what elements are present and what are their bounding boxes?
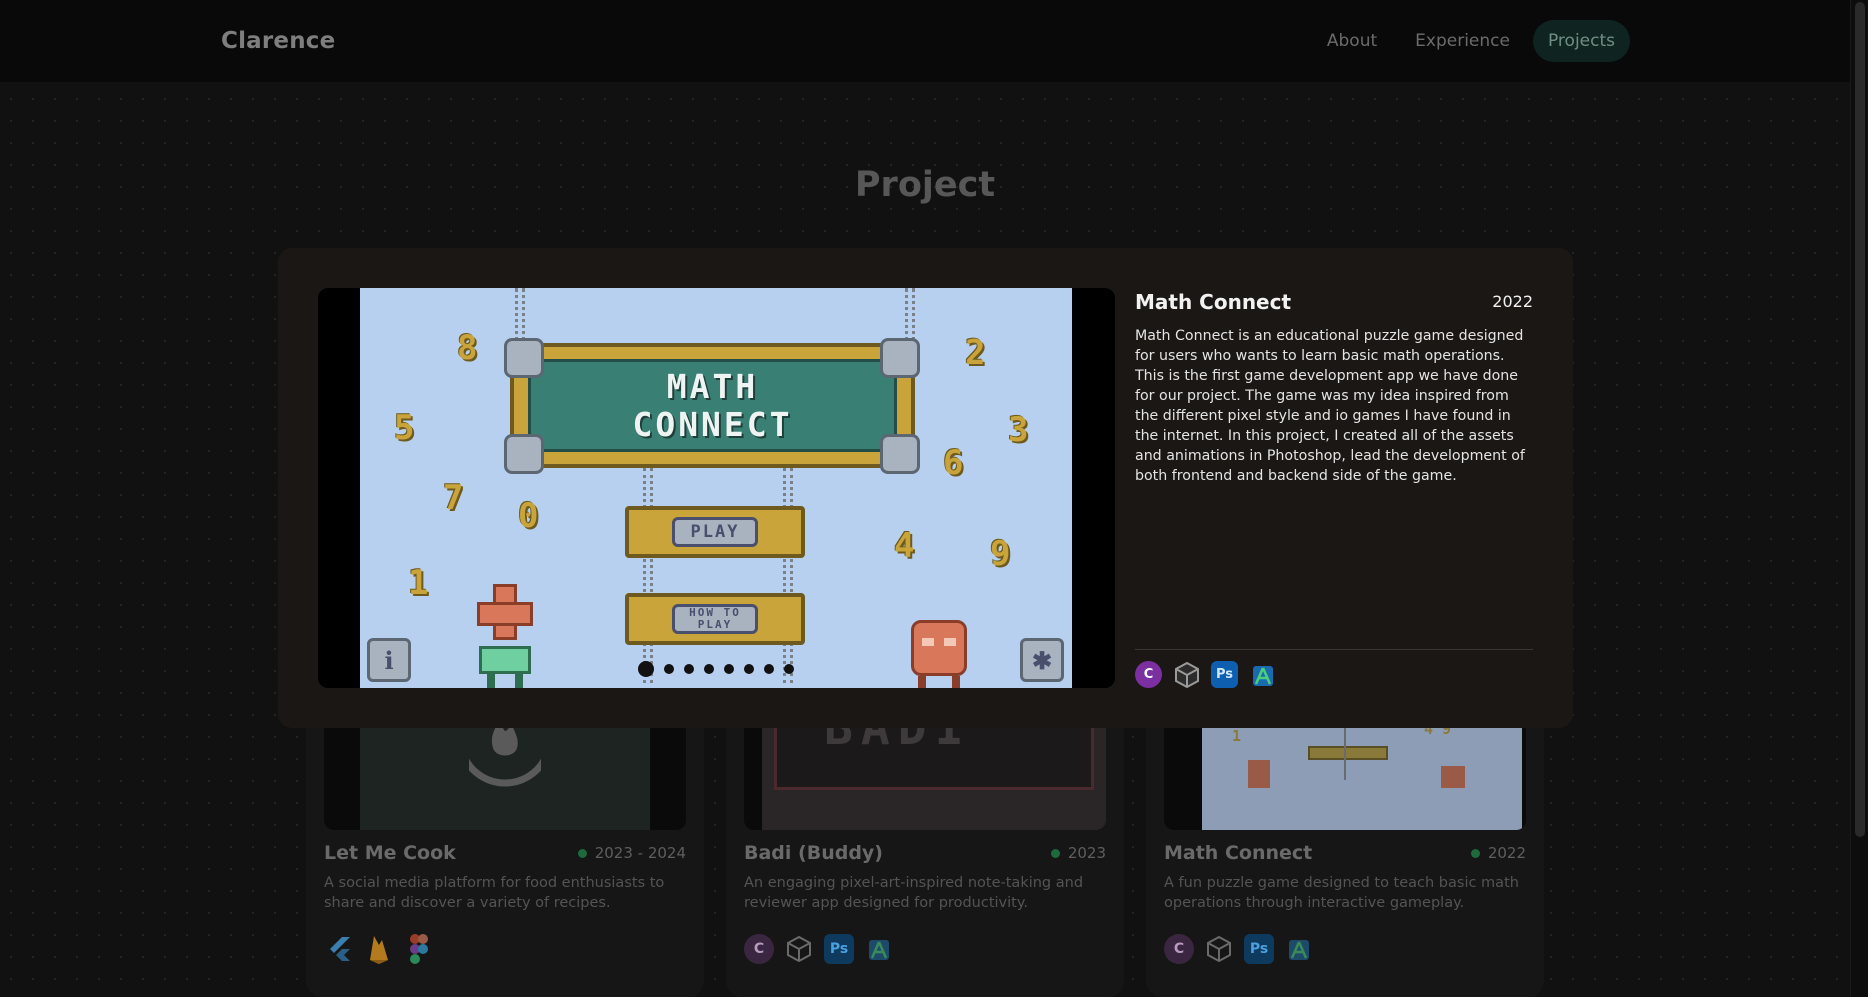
figma-icon [404, 934, 434, 964]
csharp-icon: C [744, 934, 774, 964]
nav-link-about[interactable]: About [1312, 20, 1392, 62]
photoshop-icon: Ps [1211, 661, 1238, 688]
nav-link-projects[interactable]: Projects [1532, 20, 1630, 62]
card-year-text: 2023 - 2024 [594, 844, 686, 862]
unity-icon [1173, 661, 1200, 688]
sign-corner [880, 338, 920, 378]
photoshop-icon: Ps [824, 934, 854, 964]
navbar: Clarence About Experience Projects [0, 0, 1850, 82]
modal-title: Math Connect [1135, 290, 1292, 314]
carousel-dot[interactable] [724, 664, 734, 674]
android-studio-icon [1284, 934, 1314, 964]
divider [1135, 649, 1533, 650]
android-studio-icon [1249, 661, 1276, 688]
carousel-dot[interactable] [784, 664, 794, 674]
scrollbar-thumb[interactable] [1855, 2, 1865, 837]
carousel-dot[interactable] [744, 664, 754, 674]
page-scrollbar[interactable] [1850, 0, 1868, 997]
card-tech-icons [324, 934, 434, 964]
project-detail-modal[interactable]: 8 2 5 3 7 6 0 4 9 1 MATH CONNECT PLAY HO… [278, 248, 1573, 728]
project-card-badi[interactable]: BADI Badi (Buddy) 2023 An engaging pixel… [726, 690, 1124, 997]
unity-icon [1204, 934, 1234, 964]
project-card-math-connect[interactable]: 7 01 4 9 Math Connect 2022 A fun puzzle … [1146, 690, 1544, 997]
firebase-icon [364, 934, 394, 964]
project-card-let-me-cook[interactable]: Let Me Cook 2023 - 2024 A social media p… [306, 690, 704, 997]
card-year: 2023 - 2024 [577, 844, 686, 862]
number-sprite: 3 [1008, 410, 1029, 450]
carousel-dot[interactable] [638, 661, 654, 677]
carousel-dot[interactable] [764, 664, 774, 674]
play-text: PLAY [697, 618, 733, 631]
number-sprite: 5 [394, 408, 415, 448]
number-sprite: 1 [408, 563, 429, 603]
card-year-text: 2023 [1067, 844, 1106, 862]
unity-icon [784, 934, 814, 964]
card-tech-icons: C Ps [744, 934, 894, 964]
number-sprite: 6 [943, 443, 964, 483]
game-title-line2: CONNECT [632, 404, 793, 444]
number-sprite: 2 [965, 333, 986, 373]
game-play-button: PLAY [625, 506, 805, 558]
card-title: Let Me Cook [324, 842, 456, 864]
modal-year: 2022 [1492, 292, 1533, 311]
card-year: 2022 [1470, 844, 1526, 862]
card-year: 2023 [1050, 844, 1106, 862]
card-description: A fun puzzle game designed to teach basi… [1164, 875, 1519, 911]
csharp-icon: C [1164, 934, 1194, 964]
page-title: Project [854, 165, 996, 205]
android-studio-icon [864, 934, 894, 964]
sign-corner [504, 434, 544, 474]
status-dot [1050, 848, 1060, 858]
game-title-line1: MATH [666, 366, 759, 406]
game-title-sign: MATH CONNECT [510, 343, 915, 468]
card-description: A social media platform for food enthusi… [324, 875, 665, 911]
status-dot [1470, 848, 1480, 858]
number-sprite: 8 [457, 328, 478, 368]
game-screenshot: 8 2 5 3 7 6 0 4 9 1 MATH CONNECT PLAY HO… [360, 288, 1072, 688]
card-title: Badi (Buddy) [744, 842, 883, 864]
card-description: An engaging pixel-art-inspired note-taki… [744, 875, 1084, 911]
sign-corner [880, 434, 920, 474]
sign-corner [504, 338, 544, 378]
times-character [908, 620, 970, 688]
chain [783, 468, 793, 683]
number-sprite: 4 [894, 526, 915, 566]
carousel-dots [360, 661, 1072, 677]
number-sprite: 0 [518, 496, 539, 536]
card-title: Math Connect [1164, 842, 1313, 864]
nav-link-experience[interactable]: Experience [1400, 20, 1525, 62]
chain [643, 468, 653, 683]
media-carousel[interactable]: 8 2 5 3 7 6 0 4 9 1 MATH CONNECT PLAY HO… [318, 288, 1115, 688]
carousel-dot[interactable] [684, 664, 694, 674]
game-how-to-play-label: HOW TO PLAY [672, 604, 758, 634]
photoshop-icon: Ps [1244, 934, 1274, 964]
card-tech-icons: C Ps [1164, 934, 1314, 964]
brand-logo[interactable]: Clarence [221, 28, 335, 54]
carousel-dot[interactable] [664, 664, 674, 674]
carousel-dot[interactable] [704, 664, 714, 674]
game-how-to-play-button: HOW TO PLAY [625, 593, 805, 645]
modal-description: Math Connect is an educational puzzle ga… [1135, 328, 1525, 484]
game-play-label: PLAY [672, 517, 758, 547]
flutter-icon [324, 934, 354, 964]
nav-links: About Experience Projects [1312, 20, 1630, 62]
number-sprite: 9 [990, 534, 1011, 574]
number-sprite: 7 [443, 478, 464, 518]
status-dot [577, 848, 587, 858]
csharp-icon: C [1135, 661, 1162, 688]
card-year-text: 2022 [1487, 844, 1526, 862]
modal-tech-icons: C Ps [1135, 661, 1276, 688]
